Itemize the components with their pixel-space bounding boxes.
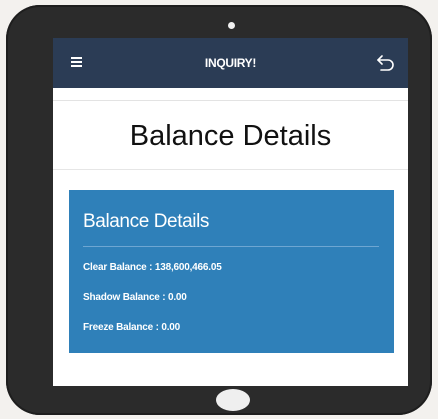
- shadow-balance-label: Shadow Balance: [83, 292, 160, 303]
- page-title: Balance Details: [129, 120, 332, 152]
- freeze-balance-label: Freeze Balance: [83, 322, 154, 333]
- camera-dot: [228, 22, 235, 29]
- app-screen: INQUIRY! Balance Details Balance Details…: [53, 38, 408, 386]
- freeze-balance-value: 0.00: [161, 322, 180, 333]
- clear-balance-label: Clear Balance: [83, 262, 147, 273]
- shadow-balance-value: 0.00: [167, 292, 187, 303]
- freeze-balance-row: Freeze Balance : 0.00: [83, 322, 180, 333]
- tablet-frame: INQUIRY! Balance Details Balance Details…: [6, 5, 432, 415]
- app-title: INQUIRY!: [204, 56, 257, 70]
- top-bar: INQUIRY!: [53, 38, 408, 88]
- home-button[interactable]: [216, 389, 250, 411]
- card-title: Balance Details: [83, 211, 210, 232]
- divider: [53, 100, 408, 101]
- back-arrow-icon[interactable]: [376, 52, 396, 72]
- divider: [53, 169, 408, 170]
- clear-balance-value: 138,600,466.05: [154, 262, 222, 273]
- shadow-balance-row: Shadow Balance : 0.00: [83, 292, 187, 303]
- clear-balance-row: Clear Balance : 138,600,466.05: [83, 262, 222, 273]
- balance-card: Balance Details Clear Balance : 138,600,…: [69, 190, 394, 353]
- card-divider: [83, 246, 379, 247]
